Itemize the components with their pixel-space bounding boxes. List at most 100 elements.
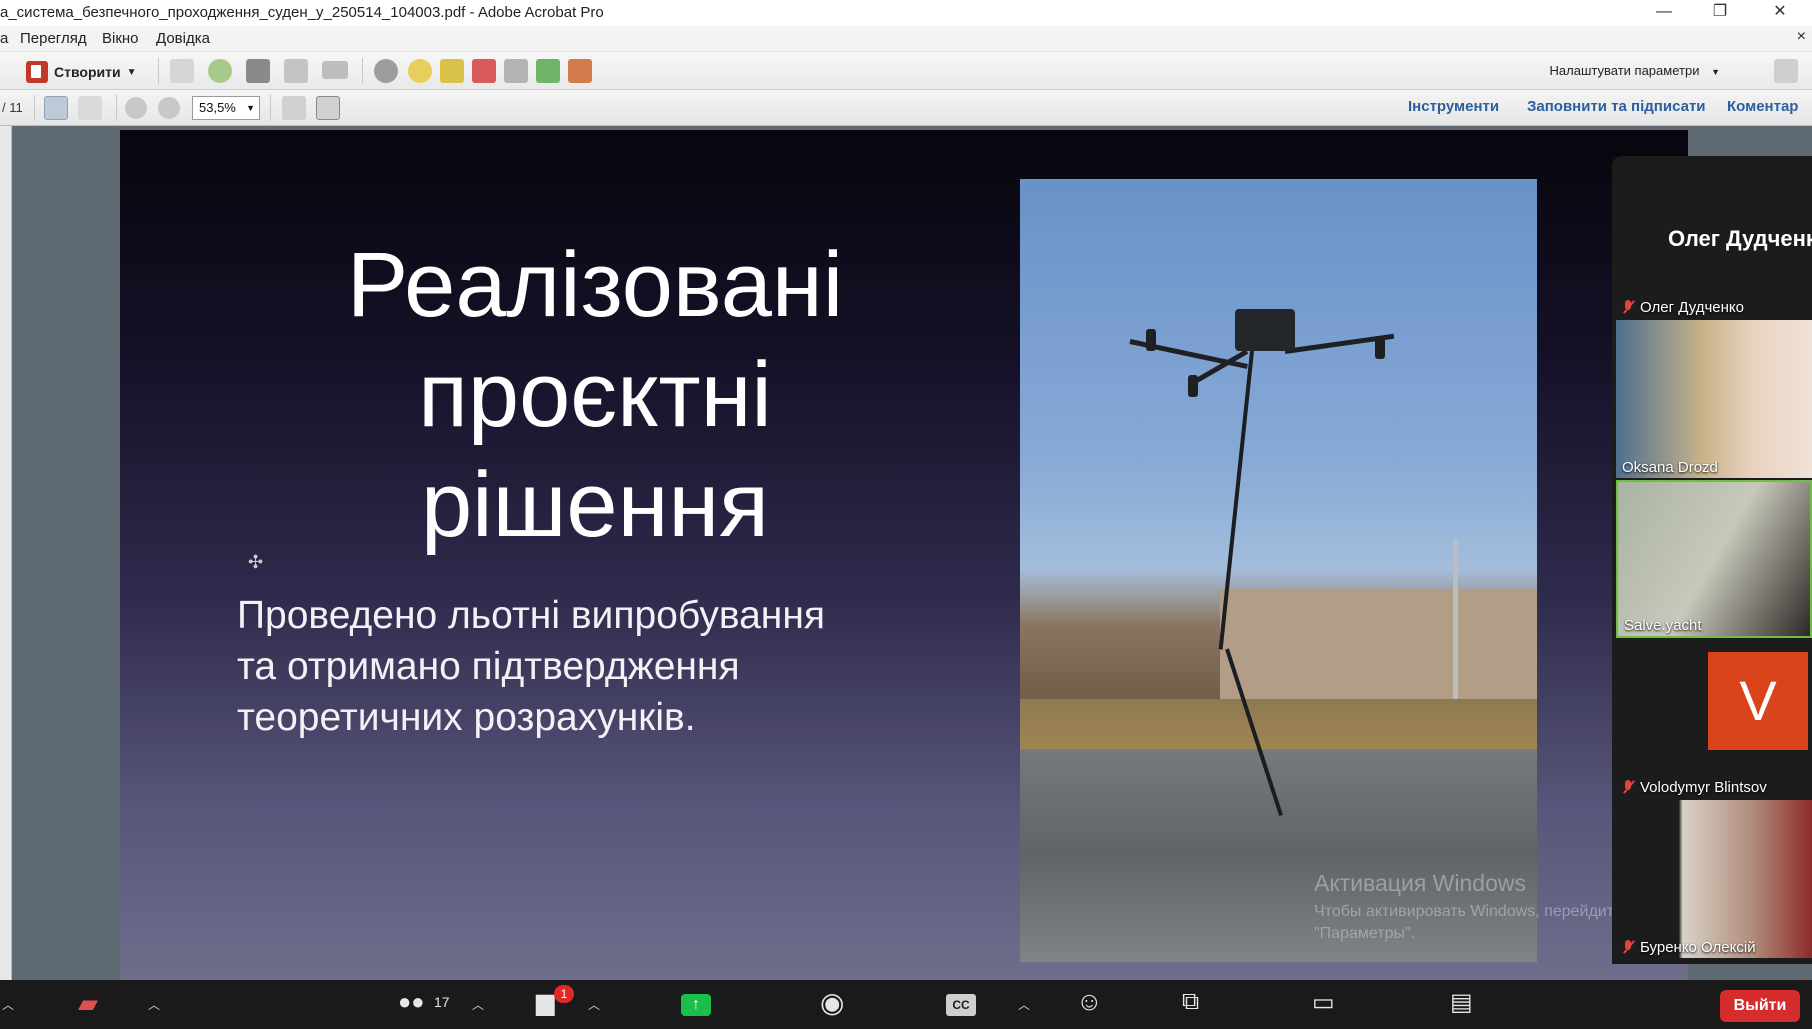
create-button-label: Створити <box>54 64 121 80</box>
toolbar-divider <box>116 95 117 121</box>
customize-settings-button[interactable]: Налаштувати параметри ▼ <box>1550 63 1720 78</box>
document-viewport[interactable]: Реалізовані проєктні рішення ✣ Проведено… <box>0 126 1812 980</box>
menu-item-help[interactable]: Довідка <box>156 30 210 47</box>
captions-button[interactable]: CC <box>946 994 976 1016</box>
review-icon[interactable] <box>504 59 528 83</box>
sign-icon[interactable] <box>568 59 592 83</box>
crosshair-cursor-icon: ✣ <box>248 552 264 572</box>
menu-item-file[interactable]: а <box>0 30 8 47</box>
participant-video-tile[interactable]: Oksana Drozd <box>1616 320 1812 478</box>
participant-name: Буренко Олексій <box>1622 939 1756 956</box>
hand-tool-icon[interactable] <box>78 96 102 120</box>
slide-title-line: проєктні <box>418 344 772 446</box>
chevron-down-icon: ▼ <box>126 66 137 78</box>
mic-off-icon <box>1622 780 1634 794</box>
comment-icon[interactable] <box>408 59 432 83</box>
restore-button[interactable]: ❐ <box>1700 0 1740 26</box>
slide-body-text: Проведено льотні випробування та отриман… <box>237 590 937 743</box>
zoom-level-select[interactable]: 53,5% ▼ <box>192 96 260 120</box>
toolbar-divider <box>158 58 159 84</box>
close-document-icon[interactable]: × <box>1797 28 1806 46</box>
export-icon[interactable] <box>536 59 560 83</box>
slide-body-line: Проведено льотні випробування <box>237 594 825 637</box>
photo-building <box>1220 589 1537 699</box>
slide-title-line: рішення <box>420 454 769 556</box>
email-icon[interactable] <box>322 61 348 79</box>
mic-off-icon <box>1622 300 1634 314</box>
select-tool-icon[interactable] <box>44 96 68 120</box>
participants-count: 17 <box>434 994 450 1010</box>
drone-rotor <box>1188 375 1198 397</box>
cloud-upload-icon[interactable] <box>208 59 232 83</box>
create-button[interactable]: Створити ▼ <box>26 60 136 84</box>
toolbar-divider <box>270 95 271 121</box>
avatar: V <box>1708 652 1808 750</box>
active-speaker-name: Олег Дудченко <box>1668 226 1812 251</box>
close-window-button[interactable]: ✕ <box>1760 0 1800 26</box>
participant-tile[interactable]: V Volodymyr Blintsov <box>1616 640 1812 798</box>
redact-icon[interactable] <box>472 59 496 83</box>
participant-name: Volodymyr Blintsov <box>1622 779 1767 796</box>
tab-tools[interactable]: Інструменти <box>1408 98 1499 115</box>
chevron-up-icon[interactable]: ︿ <box>588 996 600 1013</box>
tab-comment[interactable]: Коментар <box>1727 98 1798 115</box>
zoom-in-icon[interactable] <box>158 97 180 119</box>
minimize-button[interactable]: — <box>1644 0 1684 26</box>
notes-icon[interactable]: ▤ <box>1450 988 1473 1017</box>
chat-icon[interactable]: ▆ <box>536 988 554 1017</box>
title-bar: а_система_безпечного_проходження_суден_у… <box>0 0 1812 26</box>
left-navigation-pane[interactable] <box>0 126 12 980</box>
chevron-down-icon: ▼ <box>1711 67 1720 77</box>
save-icon[interactable] <box>170 59 194 83</box>
fullscreen-icon[interactable] <box>1774 59 1798 83</box>
participant-name-text: Олег Дудченко <box>1640 299 1744 316</box>
participants-icon[interactable]: ●● <box>398 989 425 1015</box>
zoom-out-icon[interactable] <box>125 97 147 119</box>
slide-title-line: Реалізовані <box>346 234 844 336</box>
slide-title: Реалізовані проєктні рішення <box>295 230 895 560</box>
reactions-icon[interactable]: ☺ <box>1076 986 1103 1017</box>
mic-off-icon <box>1622 940 1634 954</box>
page-count: / 11 <box>2 100 23 115</box>
menu-item-window[interactable]: Вікно <box>102 30 139 47</box>
participant-name: Олег Дудченко <box>1622 299 1744 316</box>
tab-fill-and-sign[interactable]: Заповнити та підписати <box>1527 98 1706 115</box>
drone-rotor <box>1146 329 1156 351</box>
zoom-control-bar: ︿ ▰ ︿ ●● 17 ︿ ▆ 1 ︿ ↑ ◉ CC ︿ ☺ ⧉ ▭ ▤ Вый… <box>0 980 1812 1029</box>
apps-icon[interactable]: ⧉ <box>1182 988 1199 1016</box>
participant-name: Oksana Drozd <box>1622 459 1718 476</box>
participant-tile[interactable]: Олег Дудченко <box>1616 294 1812 318</box>
chevron-up-icon[interactable]: ︿ <box>2 996 14 1013</box>
participant-video-tile[interactable]: Salve.yacht <box>1616 480 1812 638</box>
highlight-icon[interactable] <box>440 59 464 83</box>
share-screen-icon[interactable]: ↑ <box>681 994 711 1016</box>
fit-page-icon[interactable] <box>316 96 340 120</box>
whiteboard-icon[interactable]: ▭ <box>1312 988 1335 1017</box>
chevron-down-icon: ▼ <box>246 103 255 113</box>
customize-settings-label: Налаштувати параметри <box>1549 63 1700 78</box>
slide-body-line: теоретичних розрахунків. <box>237 696 696 739</box>
edit-icon[interactable] <box>284 59 308 83</box>
chevron-up-icon[interactable]: ︿ <box>472 996 484 1013</box>
print-icon[interactable] <box>246 59 270 83</box>
video-off-icon[interactable]: ▰ <box>78 988 98 1019</box>
chevron-up-icon[interactable]: ︿ <box>148 996 160 1013</box>
drone-body <box>1235 309 1295 351</box>
chevron-up-icon[interactable]: ︿ <box>1018 996 1030 1013</box>
participant-name: Salve.yacht <box>1624 617 1702 634</box>
create-pdf-icon <box>26 61 48 83</box>
main-toolbar: Створити ▼ Налаштувати параметри ▼ <box>0 52 1812 90</box>
chat-unread-badge: 1 <box>554 985 574 1003</box>
drone-rotor <box>1375 337 1385 359</box>
participant-name-text: Буренко Олексій <box>1640 939 1756 956</box>
menu-item-view[interactable]: Перегляд <box>20 30 87 47</box>
participant-video-tile[interactable]: Буренко Олексій <box>1616 800 1812 958</box>
fit-width-icon[interactable] <box>282 96 306 120</box>
record-icon[interactable]: ◉ <box>820 986 844 1019</box>
leave-meeting-button[interactable]: Выйти <box>1720 990 1800 1022</box>
toolbar-divider <box>34 95 35 121</box>
gear-icon[interactable] <box>374 59 398 83</box>
window-title: а_система_безпечного_проходження_суден_у… <box>0 4 604 21</box>
presentation-slide: Реалізовані проєктні рішення ✣ Проведено… <box>120 130 1688 980</box>
photo-grass <box>1020 699 1537 749</box>
